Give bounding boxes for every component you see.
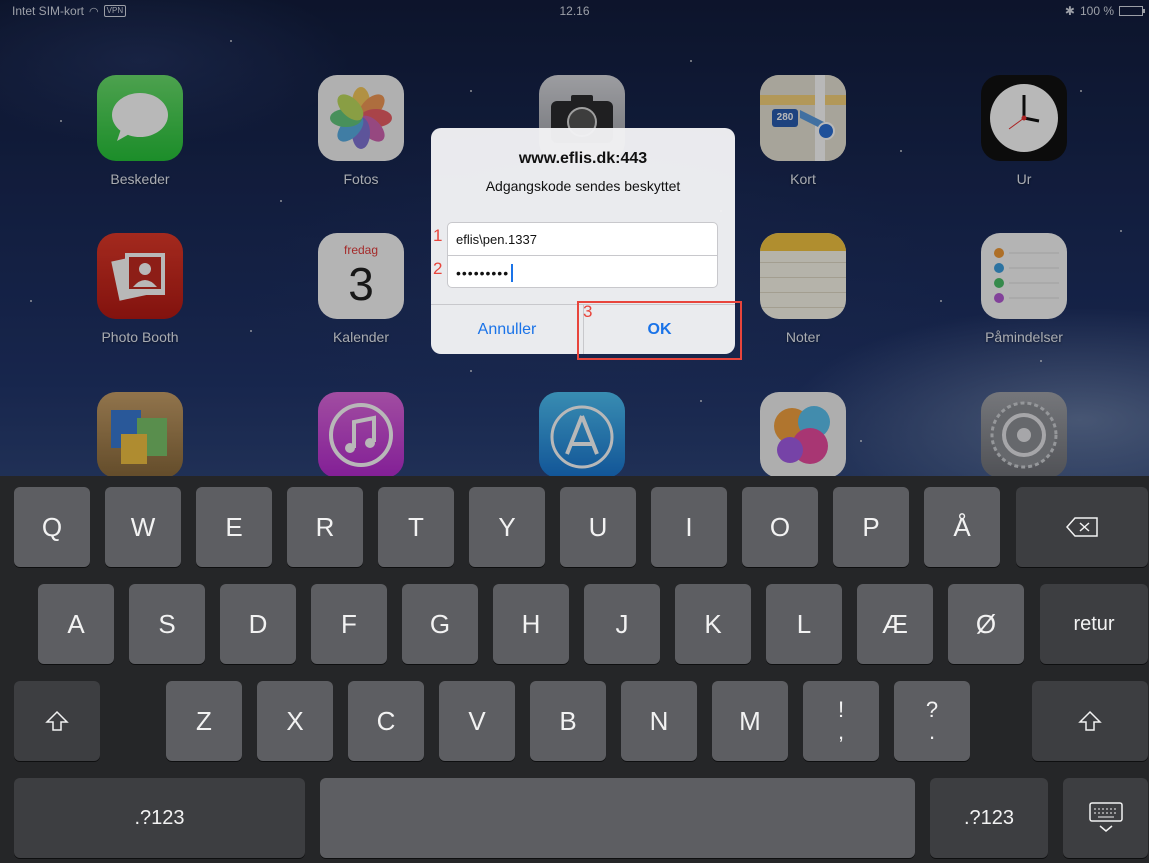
key-question-period[interactable]: ? . bbox=[894, 681, 970, 761]
key-z[interactable]: Z bbox=[166, 681, 242, 761]
key-h[interactable]: H bbox=[493, 584, 569, 664]
key-g[interactable]: G bbox=[402, 584, 478, 664]
annotation-highlight-box bbox=[577, 301, 742, 360]
key-m[interactable]: M bbox=[712, 681, 788, 761]
key-c[interactable]: C bbox=[348, 681, 424, 761]
alert-message: Adgangskode sendes beskyttet bbox=[485, 178, 681, 194]
numbers-key-left[interactable]: .?123 bbox=[14, 778, 305, 858]
backspace-key[interactable] bbox=[1016, 487, 1148, 567]
space-bar[interactable] bbox=[320, 778, 915, 858]
key-l[interactable]: L bbox=[766, 584, 842, 664]
key-dual-label: ! , bbox=[838, 699, 844, 743]
key-e[interactable]: E bbox=[196, 487, 272, 567]
key-v[interactable]: V bbox=[439, 681, 515, 761]
key-top-char: ? bbox=[925, 697, 939, 722]
key-d[interactable]: D bbox=[220, 584, 296, 664]
key-u[interactable]: U bbox=[560, 487, 636, 567]
key-f[interactable]: F bbox=[311, 584, 387, 664]
alert-title: www.eflis.dk:443 bbox=[518, 150, 648, 167]
key-y[interactable]: Y bbox=[469, 487, 545, 567]
key-a[interactable]: A bbox=[38, 584, 114, 664]
shift-key-right[interactable] bbox=[1032, 681, 1148, 761]
cancel-button[interactable]: Annuller bbox=[431, 305, 583, 354]
password-dots: ••••••••• bbox=[456, 265, 510, 281]
credentials-field-group: ••••••••• bbox=[447, 222, 718, 288]
key-bottom-char: , bbox=[837, 719, 845, 744]
text-cursor bbox=[511, 264, 514, 282]
key-t[interactable]: T bbox=[378, 487, 454, 567]
key-exclamation-comma[interactable]: ! , bbox=[803, 681, 879, 761]
key-i[interactable]: I bbox=[651, 487, 727, 567]
username-input[interactable] bbox=[448, 223, 717, 255]
key-aa[interactable]: Å bbox=[924, 487, 1000, 567]
ipad-screen: Intet SIM-kort ◠ VPN 12.16 ✱ 100 % Beske… bbox=[0, 0, 1149, 863]
password-masked-value: ••••••••• bbox=[456, 264, 514, 282]
numbers-key-right[interactable]: .?123 bbox=[930, 778, 1048, 858]
key-oe[interactable]: Ø bbox=[948, 584, 1024, 664]
key-k[interactable]: K bbox=[675, 584, 751, 664]
key-w[interactable]: W bbox=[105, 487, 181, 567]
annotation-number-2: 2 bbox=[433, 259, 443, 278]
key-dual-label: ? . bbox=[926, 699, 938, 743]
key-b[interactable]: B bbox=[530, 681, 606, 761]
keyboard: Q W E R T Y U I O P Å A S D F G H J K L … bbox=[0, 476, 1149, 863]
key-j[interactable]: J bbox=[584, 584, 660, 664]
return-key[interactable]: retur bbox=[1040, 584, 1148, 664]
key-q[interactable]: Q bbox=[14, 487, 90, 567]
key-ae[interactable]: Æ bbox=[857, 584, 933, 664]
annotation-number-1: 1 bbox=[433, 226, 443, 245]
shift-icon bbox=[1078, 710, 1102, 731]
hide-keyboard-key[interactable] bbox=[1063, 778, 1148, 858]
shift-key-left[interactable] bbox=[14, 681, 100, 761]
shift-icon bbox=[45, 710, 69, 731]
key-top-char: ! bbox=[837, 697, 845, 722]
backspace-icon bbox=[1065, 517, 1098, 537]
key-x[interactable]: X bbox=[257, 681, 333, 761]
keyboard-hide-icon bbox=[1088, 802, 1123, 832]
key-p[interactable]: P bbox=[833, 487, 909, 567]
key-o[interactable]: O bbox=[742, 487, 818, 567]
key-r[interactable]: R bbox=[287, 487, 363, 567]
key-bottom-char: . bbox=[928, 719, 936, 744]
key-s[interactable]: S bbox=[129, 584, 205, 664]
key-n[interactable]: N bbox=[621, 681, 697, 761]
